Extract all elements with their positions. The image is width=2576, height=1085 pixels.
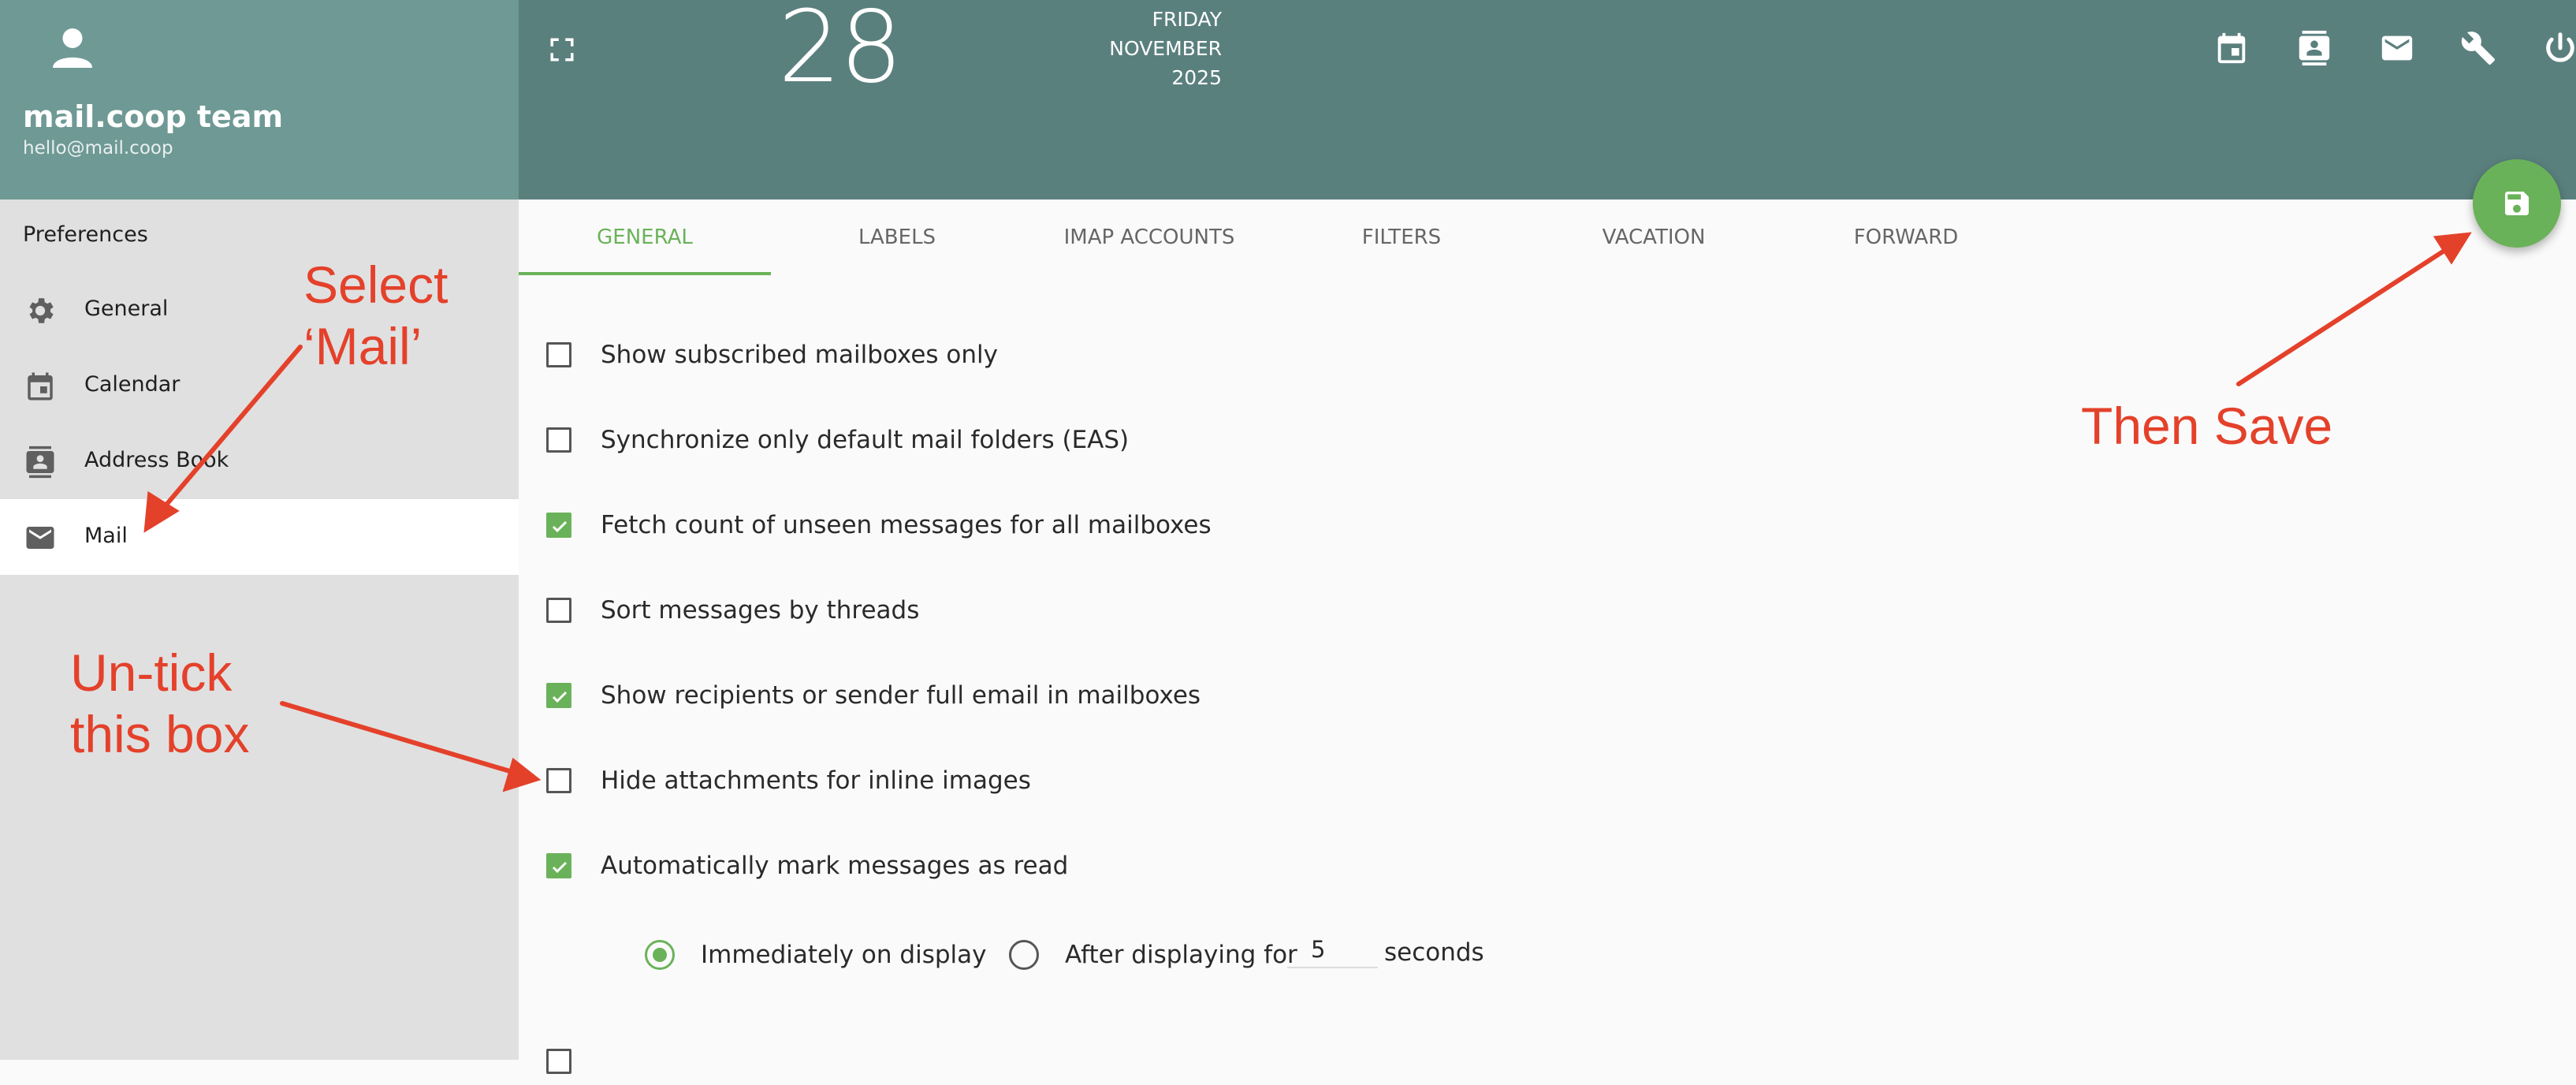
arrow-head — [2433, 232, 2472, 265]
annotation-arrows — [143, 232, 2472, 792]
arrow-to-save — [2236, 244, 2454, 386]
arrow-to-mail — [155, 345, 303, 517]
arrow-to-checkbox — [280, 701, 523, 777]
arrow-head — [502, 757, 542, 792]
